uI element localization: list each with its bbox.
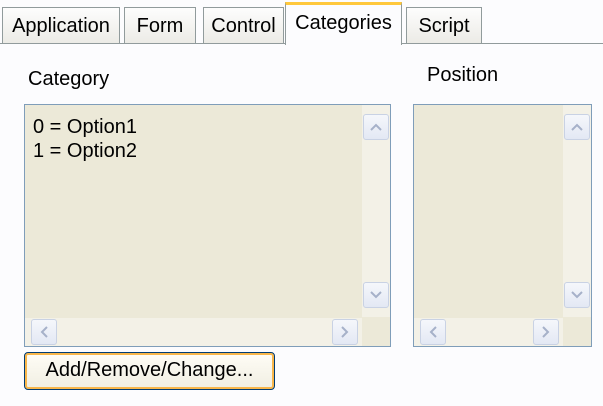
tab-script[interactable]: Script [406, 7, 482, 43]
add-remove-change-button[interactable]: Add/Remove/Change... [24, 352, 275, 390]
scroll-up-button[interactable] [363, 114, 389, 140]
chevron-right-icon [341, 326, 349, 338]
scroll-right-button[interactable] [332, 319, 358, 345]
tab-strip: Application Form Control Categories Scri… [0, 0, 603, 45]
scroll-right-button[interactable] [533, 319, 559, 345]
chevron-up-icon [370, 123, 382, 131]
category-label: Category [28, 68, 110, 90]
tab-application[interactable]: Application [2, 7, 120, 43]
chevron-down-icon [571, 291, 583, 299]
tab-categories[interactable]: Categories [285, 2, 402, 45]
chevron-left-icon [429, 326, 437, 338]
position-list[interactable] [413, 104, 592, 347]
chevron-up-icon [571, 123, 583, 131]
scroll-up-button[interactable] [564, 114, 590, 140]
tab-form[interactable]: Form [124, 7, 196, 43]
scroll-left-button[interactable] [31, 319, 57, 345]
scroll-down-button[interactable] [564, 282, 590, 308]
category-list[interactable]: 0 = Option1 1 = Option2 [24, 104, 391, 347]
horizontal-scrollbar[interactable] [25, 318, 362, 346]
chevron-right-icon [542, 326, 550, 338]
position-label: Position [427, 64, 499, 86]
chevron-down-icon [370, 291, 382, 299]
scroll-left-button[interactable] [420, 319, 446, 345]
tab-control[interactable]: Control [203, 7, 284, 43]
scroll-down-button[interactable] [363, 282, 389, 308]
list-item[interactable]: 1 = Option2 [33, 140, 137, 163]
list-item[interactable]: 0 = Option1 [33, 116, 137, 139]
chevron-left-icon [40, 326, 48, 338]
